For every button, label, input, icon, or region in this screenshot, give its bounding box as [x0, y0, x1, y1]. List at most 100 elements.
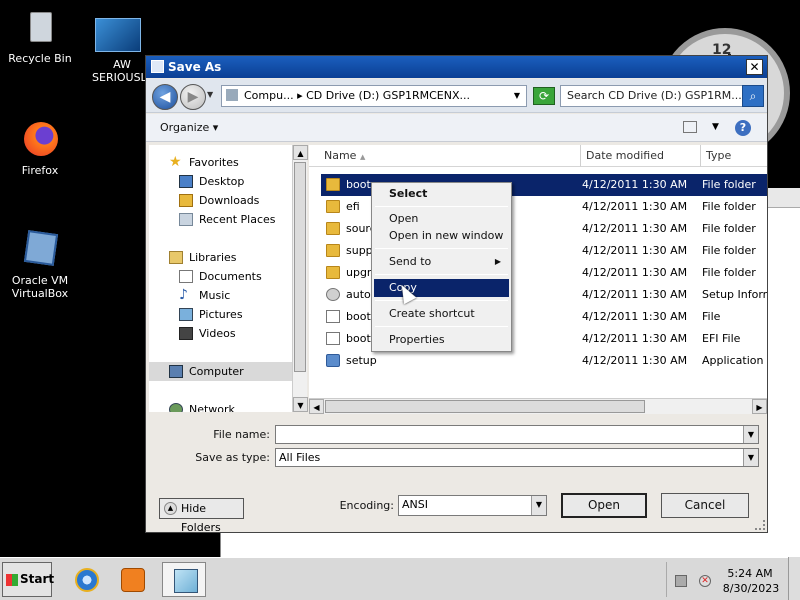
close-button[interactable]: ✕ — [746, 59, 763, 75]
taskbar-internet-explorer[interactable] — [64, 562, 108, 597]
chevron-down-icon[interactable]: ▼ — [531, 496, 546, 515]
nav-item-videos[interactable]: Videos — [149, 324, 294, 343]
scroll-up-icon[interactable]: ▲ — [293, 145, 308, 160]
column-header-date[interactable]: Date modified — [581, 145, 701, 167]
clock-time[interactable]: 5:24 AM — [725, 567, 775, 580]
downloads-icon — [179, 194, 193, 207]
folder-icon — [326, 244, 340, 257]
desktop-icon-firefox[interactable]: Firefox — [0, 120, 80, 177]
volume-muted-icon[interactable]: ✕ — [699, 575, 711, 587]
hide-folders-button[interactable]: ▲ Hide Folders — [159, 498, 244, 534]
documents-icon — [179, 270, 193, 283]
encoding-label: Encoding: — [339, 499, 394, 512]
forward-button[interactable]: ▶ — [180, 84, 206, 110]
chevron-up-icon: ▲ — [164, 502, 177, 515]
libraries-icon — [169, 251, 183, 264]
computer-icon — [169, 365, 183, 378]
file-name-field[interactable]: ▼ — [275, 425, 759, 444]
chevron-down-icon[interactable]: ▼ — [743, 426, 758, 443]
aw-seriously-thumbnail[interactable] — [95, 18, 141, 52]
drive-icon — [226, 89, 238, 101]
context-menu: Select Open Open in new window Send to ▶… — [371, 182, 512, 352]
back-button[interactable]: ◀ — [152, 84, 178, 110]
clock-date[interactable]: 8/30/2023 — [721, 582, 781, 595]
taskbar: Start ✕ 5:24 AM 8/30/2023 — [0, 557, 800, 600]
breadcrumb[interactable]: Compu... ▸ CD Drive (D:) GSP1RMCENX... ▼ — [221, 85, 527, 107]
network-tray-icon[interactable] — [675, 575, 687, 587]
views-dropdown[interactable]: ▼ — [712, 122, 719, 132]
recent-pages-dropdown[interactable]: ▼ — [207, 90, 213, 99]
virtualbox-icon — [20, 230, 60, 270]
menu-item-properties[interactable]: Properties — [374, 331, 509, 349]
address-bar: ◀ ▶ ▼ Compu... ▸ CD Drive (D:) GSP1RMCEN… — [146, 79, 767, 113]
resize-grip[interactable] — [755, 520, 765, 530]
desktop-icon-recycle-bin[interactable]: Recycle Bin — [0, 8, 80, 65]
nav-item-music[interactable]: ♪ Music — [149, 286, 294, 305]
navigation-pane: ★ Favorites Desktop Downloads Recent Pla… — [149, 145, 294, 412]
save-as-type-label: Save as type: — [195, 451, 270, 464]
nav-item-pictures[interactable]: Pictures — [149, 305, 294, 324]
network-icon — [169, 403, 183, 412]
refresh-button[interactable]: ⟳ — [533, 87, 555, 105]
column-header-name[interactable]: Name ▲ — [309, 145, 581, 167]
desktop-icon-virtualbox[interactable]: Oracle VM VirtualBox — [0, 230, 80, 300]
chevron-down-icon[interactable]: ▼ — [743, 449, 758, 466]
scrollbar-thumb[interactable] — [294, 162, 306, 372]
pictures-icon — [179, 308, 193, 321]
windows-logo-icon — [6, 574, 18, 586]
menu-item-create-shortcut[interactable]: Create shortcut — [374, 305, 509, 323]
submenu-arrow-icon: ▶ — [494, 257, 501, 266]
nav-item-libraries[interactable]: Libraries — [149, 248, 294, 267]
folder-icon — [326, 266, 340, 279]
open-button[interactable]: Open — [561, 493, 647, 518]
nav-item-favorites[interactable]: ★ Favorites — [149, 153, 294, 172]
music-icon: ♪ — [179, 287, 188, 303]
nav-item-downloads[interactable]: Downloads — [149, 191, 294, 210]
search-icon[interactable]: ⌕ — [742, 85, 764, 107]
command-bar: Organize ▾ ▼ ? — [146, 114, 767, 142]
nav-pane-scrollbar[interactable]: ▲ ▼ — [292, 145, 308, 412]
desktop-icon-label: Oracle VM VirtualBox — [11, 274, 69, 300]
menu-item-open-new-window[interactable]: Open in new window — [374, 227, 509, 245]
videos-icon — [179, 327, 193, 340]
nav-item-documents[interactable]: Documents — [149, 267, 294, 286]
encoding-select[interactable]: ANSI ▼ — [398, 495, 547, 516]
taskbar-media-player[interactable] — [110, 562, 154, 597]
dialog-title: Save As — [168, 60, 222, 74]
chevron-down-icon[interactable]: ▼ — [514, 86, 520, 106]
scroll-right-icon[interactable]: ▶ — [752, 399, 767, 414]
nav-item-desktop[interactable]: Desktop — [149, 172, 294, 191]
column-header-type[interactable]: Type — [701, 145, 767, 167]
cancel-button[interactable]: Cancel — [661, 493, 749, 518]
settings-file-icon — [326, 288, 340, 301]
dialog-titlebar[interactable]: Save As ✕ — [146, 56, 767, 78]
taskbar-notepad[interactable] — [162, 562, 206, 597]
views-icon[interactable] — [683, 121, 697, 133]
file-row-setup[interactable]: setup 4/12/2011 1:30 AM Application — [321, 350, 767, 372]
help-icon[interactable]: ? — [735, 120, 751, 136]
scroll-left-icon[interactable]: ◀ — [309, 399, 324, 414]
show-desktop-button[interactable] — [788, 557, 800, 600]
save-as-type-select[interactable]: All Files ▼ — [275, 448, 759, 467]
file-icon — [326, 310, 340, 323]
menu-item-open[interactable]: Open — [374, 210, 509, 228]
scroll-down-icon[interactable]: ▼ — [293, 397, 308, 412]
organize-button[interactable]: Organize ▾ — [160, 121, 218, 134]
scrollbar-thumb[interactable] — [325, 400, 645, 413]
menu-item-select[interactable]: Select — [374, 185, 509, 203]
start-button[interactable]: Start — [2, 562, 54, 597]
file-list-scrollbar[interactable]: ◀ ▶ — [309, 398, 767, 414]
folder-icon — [326, 222, 340, 235]
nav-item-computer[interactable]: Computer — [149, 362, 294, 381]
menu-item-copy[interactable]: Copy — [374, 279, 509, 297]
notepad-icon — [151, 60, 164, 73]
nav-item-recent-places[interactable]: Recent Places — [149, 210, 294, 229]
folder-icon — [326, 200, 340, 213]
nav-item-network[interactable]: Network — [149, 400, 294, 412]
menu-item-send-to[interactable]: Send to ▶ — [374, 253, 509, 271]
folder-icon — [326, 178, 340, 191]
search-input[interactable]: Search CD Drive (D:) GSP1RM... — [560, 85, 744, 107]
recycle-bin-icon — [20, 8, 60, 48]
breadcrumb-path: Compu... ▸ CD Drive (D:) GSP1RMCENX... — [244, 89, 470, 102]
notepad-icon — [174, 569, 198, 593]
